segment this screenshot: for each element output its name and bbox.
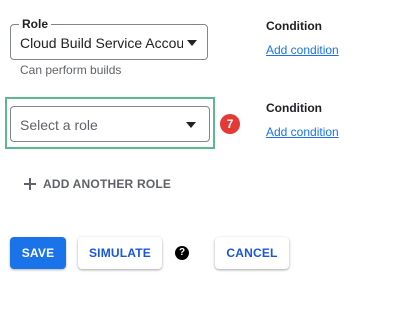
condition-heading-2: Condition	[266, 101, 322, 115]
add-condition-link[interactable]: Add condition	[266, 43, 339, 57]
help-icon[interactable]: ?	[175, 246, 189, 260]
role-description: Can perform builds	[20, 63, 122, 77]
condition-heading: Condition	[266, 19, 322, 33]
role-select-value: Cloud Build Service Account	[20, 35, 183, 51]
dropdown-arrow-icon	[186, 122, 196, 128]
iam-role-editor: Role Cloud Build Service Account Can per…	[0, 0, 406, 323]
add-another-role-label: ADD ANOTHER ROLE	[43, 177, 172, 191]
step-badge: 7	[220, 114, 240, 134]
simulate-button[interactable]: SIMULATE	[78, 237, 162, 269]
role-label: Role	[19, 16, 52, 32]
select-role-dropdown[interactable]: Select a role	[10, 106, 210, 142]
add-another-role-button[interactable]: ADD ANOTHER ROLE	[24, 175, 171, 193]
select-role-placeholder: Select a role	[20, 117, 98, 133]
dropdown-arrow-icon	[187, 40, 197, 46]
role-select[interactable]: Role Cloud Build Service Account	[10, 16, 208, 60]
plus-icon	[24, 178, 36, 190]
save-button[interactable]: SAVE	[10, 237, 66, 269]
cancel-button[interactable]: CANCEL	[215, 237, 289, 269]
add-condition-link-2[interactable]: Add condition	[266, 125, 339, 139]
